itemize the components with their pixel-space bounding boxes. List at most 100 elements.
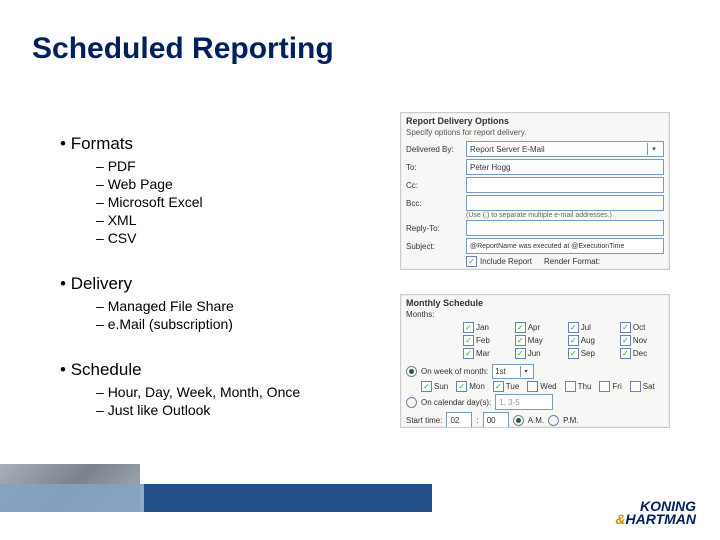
include-report-checkbox[interactable] [466, 256, 477, 267]
sub-bullet: Hour, Day, Week, Month, Once [96, 384, 360, 400]
day-label: Wed [540, 382, 556, 391]
monthly-schedule-panel: Monthly Schedule Months: Jan Apr Jul Oct… [400, 294, 670, 428]
bullet-formats-label: Formats [71, 134, 133, 153]
month-label: Feb [476, 336, 490, 345]
delivered-by-value: Report Server E-Mail [470, 145, 545, 154]
slide-title: Scheduled Reporting [32, 32, 334, 66]
panel-header: Monthly Schedule [401, 295, 669, 309]
day-checkbox[interactable] [527, 381, 538, 392]
on-calendar-field[interactable]: 1, 3-5 [495, 394, 553, 410]
bcc-field[interactable] [466, 195, 664, 211]
day-checkbox[interactable] [493, 381, 504, 392]
bullet-delivery-label: Delivery [71, 274, 132, 293]
start-min-field[interactable]: 00 [483, 412, 509, 428]
month-checkbox[interactable] [620, 348, 631, 359]
on-calendar-radio[interactable] [406, 397, 417, 408]
sub-bullet: PDF [96, 158, 360, 174]
month-label: Jun [528, 349, 541, 358]
month-label: Sep [581, 349, 595, 358]
logo-line2: HARTMAN [625, 511, 696, 527]
day-checkbox[interactable] [599, 381, 610, 392]
delivered-by-select[interactable]: Report Server E-Mail ▾ [466, 141, 664, 157]
day-label: Mon [469, 382, 485, 391]
month-label: Oct [633, 323, 645, 332]
to-field[interactable]: Peter Hogg [466, 159, 664, 175]
reply-to-field[interactable] [466, 220, 664, 236]
subject-field[interactable]: @ReportName was executed at @ExecutionTi… [466, 238, 664, 254]
render-format-label: Render Format: [544, 257, 600, 266]
on-week-label: On week of month: [421, 367, 488, 376]
delivered-by-label: Delivered By: [406, 145, 462, 154]
sub-bullet: Just like Outlook [96, 402, 360, 418]
am-radio[interactable] [513, 415, 524, 426]
month-label: Apr [528, 323, 540, 332]
start-hour-field[interactable]: 02 [446, 412, 472, 428]
cc-field[interactable] [466, 177, 664, 193]
on-calendar-label: On calendar day(s): [421, 398, 491, 407]
month-checkbox[interactable] [568, 322, 579, 333]
month-label: Nov [633, 336, 647, 345]
bcc-label: Bcc: [406, 199, 462, 208]
include-report-label: Include Report [480, 257, 532, 266]
month-label: Aug [581, 336, 595, 345]
reply-to-label: Reply-To: [406, 224, 462, 233]
month-checkbox[interactable] [463, 335, 474, 346]
footer-band [0, 484, 720, 512]
months-label: Months: [406, 310, 462, 319]
sub-bullet: Microsoft Excel [96, 194, 360, 210]
slide-body: Formats PDF Web Page Microsoft Excel XML… [60, 120, 360, 420]
month-label: Dec [633, 349, 647, 358]
chevron-down-icon: ▾ [520, 366, 531, 377]
panel-subtitle: Specify options for report delivery. [401, 127, 669, 140]
month-checkbox[interactable] [568, 335, 579, 346]
month-checkbox[interactable] [568, 348, 579, 359]
day-checkbox[interactable] [630, 381, 641, 392]
day-label: Fri [612, 382, 621, 391]
on-week-select[interactable]: 1st ▾ [492, 364, 534, 379]
pm-radio[interactable] [548, 415, 559, 426]
day-label: Sat [643, 382, 655, 391]
am-label: A.M. [528, 416, 544, 425]
panel-header: Report Delivery Options [401, 113, 669, 127]
month-label: Jan [476, 323, 489, 332]
chevron-down-icon: ▾ [647, 143, 660, 155]
month-checkbox[interactable] [515, 335, 526, 346]
month-checkbox[interactable] [463, 348, 474, 359]
bullet-formats: Formats [60, 134, 360, 154]
sub-bullet: e.Mail (subscription) [96, 316, 360, 332]
sub-bullet: CSV [96, 230, 360, 246]
to-label: To: [406, 163, 462, 172]
day-checkbox[interactable] [565, 381, 576, 392]
month-label: Jul [581, 323, 591, 332]
logo-amp: & [615, 511, 625, 527]
day-checkbox[interactable] [456, 381, 467, 392]
pm-label: P.M. [563, 416, 578, 425]
bullet-delivery: Delivery [60, 274, 360, 294]
sub-bullet: XML [96, 212, 360, 228]
bullet-schedule: Schedule [60, 360, 360, 380]
bullet-schedule-label: Schedule [71, 360, 142, 379]
month-label: May [528, 336, 543, 345]
cc-label: Cc: [406, 181, 462, 190]
day-label: Tue [506, 382, 520, 391]
subject-label: Subject: [406, 242, 462, 251]
month-checkbox[interactable] [620, 335, 631, 346]
on-week-radio[interactable] [406, 366, 417, 377]
delivery-options-panel: Report Delivery Options Specify options … [400, 112, 670, 270]
month-label: Mar [476, 349, 490, 358]
day-label: Thu [578, 382, 592, 391]
month-checkbox[interactable] [620, 322, 631, 333]
sub-bullet: Web Page [96, 176, 360, 192]
month-checkbox[interactable] [515, 322, 526, 333]
months-grid: Jan Apr Jul Oct Feb May Aug Nov Mar Jun … [401, 320, 669, 363]
on-week-value: 1st [495, 367, 506, 376]
day-checkbox[interactable] [421, 381, 432, 392]
sub-bullet: Managed File Share [96, 298, 360, 314]
bcc-hint: (Use (;) to separate multiple e-mail add… [401, 212, 669, 219]
company-logo: KONING &HARTMAN [615, 500, 696, 526]
month-checkbox[interactable] [463, 322, 474, 333]
time-colon: : [476, 416, 478, 425]
day-label: Sun [434, 382, 448, 391]
start-time-label: Start time: [406, 416, 442, 425]
month-checkbox[interactable] [515, 348, 526, 359]
